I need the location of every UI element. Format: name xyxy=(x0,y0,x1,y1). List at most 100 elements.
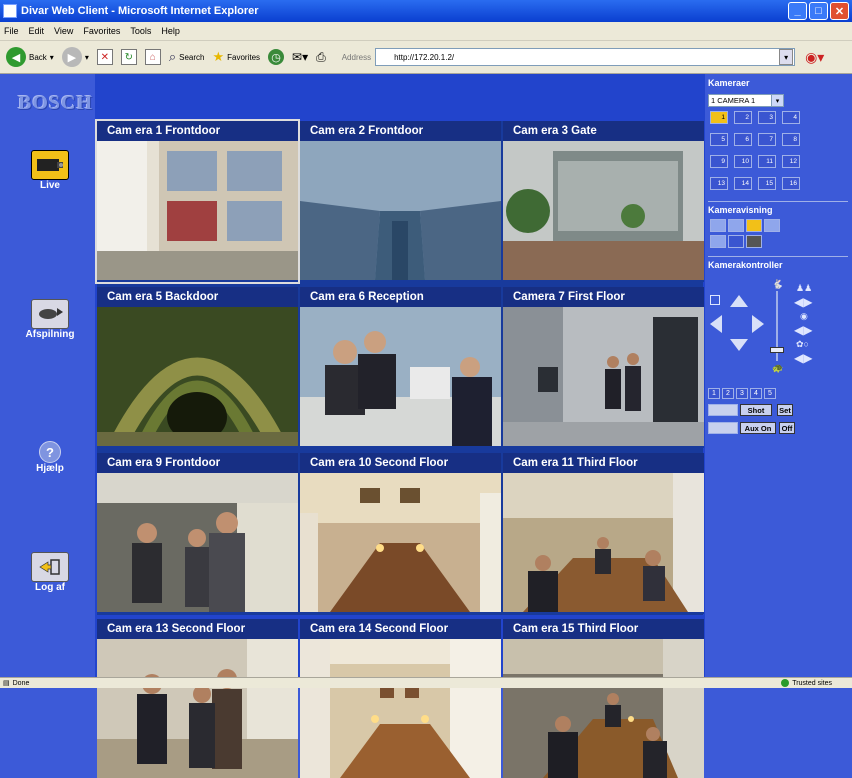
pan-left-arrow-icon[interactable] xyxy=(710,315,722,333)
camera-tile[interactable]: Camera 7 First Floor xyxy=(503,287,704,448)
tools-icon[interactable]: ◉▾ xyxy=(805,49,824,66)
menu-file[interactable]: File xyxy=(4,26,19,36)
camera-tile[interactable]: Cam era 15 Third Floor xyxy=(503,619,704,778)
playback-button[interactable]: Afspilning xyxy=(22,299,78,340)
back-button[interactable]: ◀ Back ▾ xyxy=(6,47,54,67)
menu-help[interactable]: Help xyxy=(161,26,180,36)
camera-title: Cam era 3 Gate xyxy=(503,121,704,141)
camera-select[interactable]: 1 CAMERA 1 ▾ xyxy=(708,94,784,107)
shot-number-field[interactable] xyxy=(708,404,738,416)
camera-tile[interactable]: Cam era 11 Third Floor xyxy=(503,453,704,614)
status-text: Done xyxy=(12,679,30,687)
preset-button[interactable]: 5 xyxy=(764,388,776,399)
camera-tile[interactable]: Cam era 5 Backdoor xyxy=(97,287,298,448)
camera-tile[interactable]: Cam era 2 Frontdoor xyxy=(300,121,501,282)
menu-view[interactable]: View xyxy=(54,26,73,36)
iris-open-close-icon[interactable]: ◀▶ xyxy=(794,351,812,365)
camera-button[interactable]: 13 xyxy=(710,177,728,190)
minimize-button[interactable]: _ xyxy=(788,2,807,20)
preset-button[interactable]: 2 xyxy=(722,388,734,399)
layout-quad-icon[interactable] xyxy=(728,219,744,232)
layout-single-icon[interactable] xyxy=(710,219,726,232)
camera-button[interactable]: 15 xyxy=(758,177,776,190)
camera-title: Cam era 15 Third Floor xyxy=(503,619,704,639)
camera-icon xyxy=(31,150,69,180)
history-icon[interactable]: ◷ xyxy=(268,49,285,65)
tilt-up-arrow-icon[interactable] xyxy=(730,295,748,307)
camera-button[interactable]: 11 xyxy=(758,155,776,168)
camera-tile[interactable]: Cam era 3 Gate xyxy=(503,121,704,282)
camera-feed-image xyxy=(503,473,704,612)
sequence-icon[interactable] xyxy=(710,235,726,248)
preset-button[interactable]: 3 xyxy=(736,388,748,399)
camera-button[interactable]: 4 xyxy=(782,111,800,124)
ie-app-icon xyxy=(3,4,17,18)
favorites-button[interactable]: ★ Favorites xyxy=(212,49,260,65)
menu-favorites[interactable]: Favorites xyxy=(83,26,120,36)
camera-button[interactable]: 16 xyxy=(782,177,800,190)
camera-button[interactable]: 14 xyxy=(734,177,752,190)
zoom-in-out-icon[interactable]: ◀▶ xyxy=(794,295,812,309)
camera-tile[interactable]: Cam era 13 Second Floor xyxy=(97,619,298,778)
camera-button[interactable]: 12 xyxy=(782,155,800,168)
pan-right-arrow-icon[interactable] xyxy=(752,315,764,333)
address-input[interactable] xyxy=(375,48,796,66)
camera-button[interactable]: 6 xyxy=(734,133,752,146)
layout-4x4-icon[interactable] xyxy=(764,219,780,232)
aux-off-button[interactable]: Off xyxy=(779,422,795,434)
search-button[interactable]: ⌕ Search xyxy=(169,49,205,65)
camera-button[interactable]: 5 xyxy=(710,133,728,146)
camera-button[interactable]: 2 xyxy=(734,111,752,124)
close-view-icon[interactable] xyxy=(728,235,744,248)
zoom-people-icon: ♟♟ xyxy=(796,283,813,293)
camera-tile[interactable]: Cam era 14 Second Floor xyxy=(300,619,501,778)
focus-near-far-icon[interactable]: ◀▶ xyxy=(794,323,812,337)
close-button[interactable]: ✕ xyxy=(830,2,849,20)
camera-button[interactable]: 1 xyxy=(710,111,728,124)
set-button[interactable]: Set xyxy=(777,404,793,416)
help-icon: ? xyxy=(39,441,61,463)
aux-on-button[interactable]: Aux On xyxy=(740,422,776,434)
menu-edit[interactable]: Edit xyxy=(29,26,45,36)
preset-buttons: 1 2 3 4 5 xyxy=(708,388,776,399)
print-icon[interactable]: ⎙ xyxy=(316,50,326,65)
address-dropdown-icon[interactable]: ▾ xyxy=(779,49,794,65)
snapshot-icon[interactable] xyxy=(746,235,762,248)
preset-button[interactable]: 1 xyxy=(708,388,720,399)
tilt-down-arrow-icon[interactable] xyxy=(730,339,748,351)
preset-button[interactable]: 4 xyxy=(750,388,762,399)
bosch-logo: BOSCH xyxy=(18,92,94,114)
help-label: Hjælp xyxy=(36,463,64,474)
speed-slider-handle[interactable] xyxy=(770,347,784,353)
camera-tile[interactable]: Cam era 6 Reception xyxy=(300,287,501,448)
camera-tile[interactable]: Cam era 10 Second Floor xyxy=(300,453,501,614)
camera-button[interactable]: 7 xyxy=(758,133,776,146)
maximize-button[interactable]: □ xyxy=(809,2,828,20)
shot-button[interactable]: Shot xyxy=(740,404,772,416)
camera-button[interactable]: 10 xyxy=(734,155,752,168)
logout-button[interactable]: Log af xyxy=(22,552,78,593)
home-icon[interactable]: ⌂ xyxy=(144,49,161,65)
camera-button[interactable]: 3 xyxy=(758,111,776,124)
menu-tools[interactable]: Tools xyxy=(130,26,151,36)
security-zone-label: Trusted sites xyxy=(792,679,832,687)
camera-tile[interactable]: Cam era 1 Frontdoor xyxy=(95,119,300,284)
aux-number-field[interactable] xyxy=(708,422,738,434)
playback-camera-icon xyxy=(31,299,69,329)
camera-title: Cam era 13 Second Floor xyxy=(97,619,298,639)
ptz-home-icon[interactable] xyxy=(710,295,720,305)
camera-button[interactable]: 9 xyxy=(710,155,728,168)
refresh-icon[interactable]: ↻ xyxy=(120,49,137,65)
layout-3x3-icon[interactable] xyxy=(746,219,762,232)
camera-tile[interactable]: Cam era 9 Frontdoor xyxy=(97,453,298,614)
iris-icon: ✿○ xyxy=(796,339,809,349)
camera-feed-image xyxy=(97,141,298,280)
help-button[interactable]: ? Hjælp xyxy=(22,441,78,474)
mail-icon[interactable]: ✉▾ xyxy=(292,50,308,64)
camera-title: Camera 7 First Floor xyxy=(503,287,704,307)
forward-button[interactable]: ▶ ▾ xyxy=(61,47,89,67)
camera-button[interactable]: 8 xyxy=(782,133,800,146)
stop-icon[interactable]: ✕ xyxy=(96,49,113,65)
divider xyxy=(708,256,848,257)
live-button[interactable]: Live xyxy=(22,150,78,191)
